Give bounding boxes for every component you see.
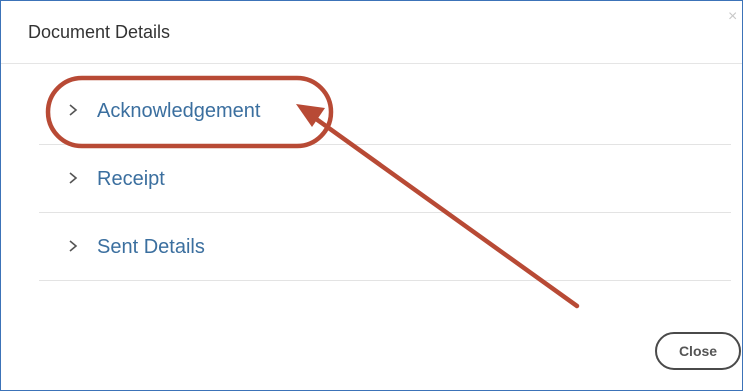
- panel-label-receipt: Receipt: [97, 168, 165, 190]
- panel-item-sent-details[interactable]: Sent Details: [39, 214, 731, 281]
- chevron-right-icon: [69, 240, 78, 252]
- panel-label-acknowledgement: Acknowledgement: [97, 100, 261, 122]
- panel-label-sent-details: Sent Details: [97, 236, 205, 258]
- dialog-title: Document Details: [28, 22, 171, 42]
- close-x-icon[interactable]: ×: [728, 9, 737, 25]
- close-button[interactable]: Close: [655, 332, 741, 370]
- panel-item-acknowledgement[interactable]: Acknowledgement: [39, 78, 731, 145]
- panel-item-receipt[interactable]: Receipt: [39, 146, 731, 213]
- document-details-dialog: Document Details × Acknowledgement Recei…: [0, 0, 743, 391]
- dialog-header: Document Details ×: [1, 1, 742, 64]
- chevron-right-icon: [69, 172, 78, 184]
- chevron-right-icon: [69, 104, 78, 116]
